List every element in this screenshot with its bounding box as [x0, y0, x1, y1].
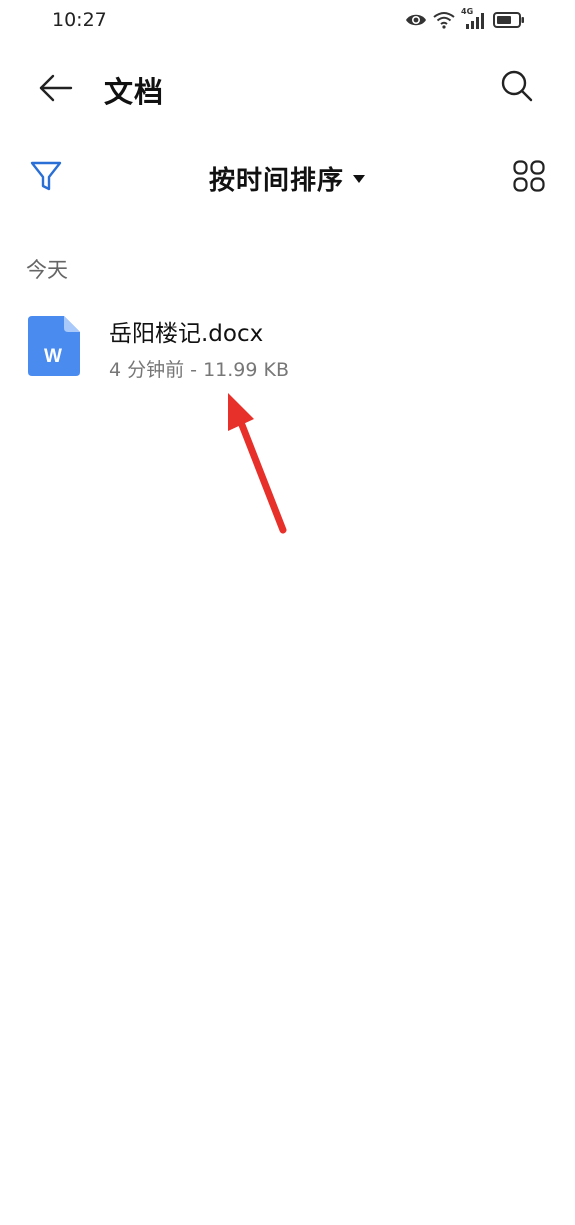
file-list-item[interactable]: W 岳阳楼记.docx 4 分钟前 - 11.99 KB	[0, 306, 575, 396]
search-icon	[500, 69, 534, 107]
status-icons: 4G	[405, 7, 525, 30]
filter-button[interactable]	[26, 158, 66, 198]
word-document-icon: W	[28, 316, 80, 376]
title-bar: 文档	[0, 62, 575, 118]
file-meta: 4 分钟前 - 11.99 KB	[109, 359, 289, 381]
file-name: 岳阳楼记.docx	[109, 321, 264, 347]
status-bar: 10:27 4G	[0, 0, 575, 44]
page-title: 文档	[104, 75, 165, 109]
toolbar: 按时间排序	[0, 152, 575, 204]
arrow-left-icon	[38, 73, 74, 107]
sort-label: 按时间排序	[208, 165, 344, 196]
annotation-arrow	[200, 385, 310, 545]
grid-view-icon	[512, 159, 546, 197]
section-header-today: 今天	[26, 258, 68, 282]
back-button[interactable]	[36, 70, 76, 110]
signal-4g-icon: 4G	[461, 7, 487, 30]
wifi-icon	[433, 11, 455, 29]
word-icon-letter: W	[44, 346, 62, 367]
filter-icon	[29, 159, 63, 197]
battery-icon	[493, 11, 525, 29]
search-button[interactable]	[497, 68, 537, 108]
caret-down-icon	[352, 169, 366, 188]
eye-icon	[405, 12, 427, 28]
grid-view-button[interactable]	[509, 158, 549, 198]
status-time: 10:27	[52, 9, 107, 31]
sort-selector[interactable]: 按时间排序	[193, 158, 383, 198]
